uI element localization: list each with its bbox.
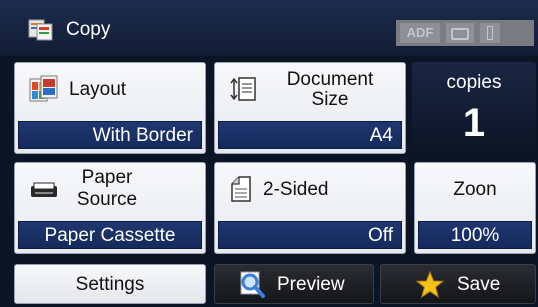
paper-source-label-line1: Paper <box>81 167 133 188</box>
header-bar: Copy ADF <box>0 0 538 56</box>
paper-source-label-line2: Source <box>76 189 138 210</box>
status-indicators: ADF <box>396 20 534 46</box>
layout-label: Layout <box>69 79 127 100</box>
preview-icon <box>240 271 265 298</box>
settings-button[interactable]: Settings <box>14 264 206 304</box>
preview-button[interactable]: Preview <box>214 264 374 304</box>
two-sided-value: Off <box>218 221 402 249</box>
document-size-label-line2: Size <box>311 89 349 110</box>
copy-screen: Copy ADF Layout With Border Document Siz… <box>0 0 538 307</box>
two-sided-button[interactable]: 2-Sided Off <box>214 162 406 254</box>
copies-label: copies <box>446 72 502 93</box>
two-sided-label: 2-Sided <box>263 179 329 200</box>
document-size-button[interactable]: Document Size A4 <box>214 62 406 154</box>
adf-status-icon: ADF <box>400 23 440 43</box>
settings-label: Settings <box>75 274 145 295</box>
memory-card-status-icon <box>446 23 474 43</box>
layout-value: With Border <box>18 121 202 149</box>
document-size-value: A4 <box>218 121 402 149</box>
paper-source-value: Paper Cassette <box>18 221 202 249</box>
copies-button[interactable]: copies 1 <box>412 62 536 154</box>
layout-button[interactable]: Layout With Border <box>14 62 206 154</box>
two-sided-icon <box>231 176 251 202</box>
document-size-label-line1: Document <box>286 69 374 90</box>
save-button[interactable]: Save <box>380 264 536 304</box>
page-title: Copy <box>66 19 111 40</box>
paper-source-button[interactable]: Paper Source Paper Cassette <box>14 162 206 254</box>
layout-icon <box>29 75 58 102</box>
zoom-label: Zoon <box>453 179 497 200</box>
ink-status-icon <box>480 23 500 43</box>
paper-source-icon <box>31 182 57 197</box>
copy-icon <box>28 19 53 41</box>
star-icon <box>415 270 445 299</box>
zoom-value: 100% <box>418 221 532 249</box>
copies-value: 1 <box>462 101 486 145</box>
save-label: Save <box>457 274 501 295</box>
document-size-icon <box>230 77 256 101</box>
zoom-button[interactable]: Zoon 100% <box>414 162 536 254</box>
preview-label: Preview <box>277 274 345 295</box>
